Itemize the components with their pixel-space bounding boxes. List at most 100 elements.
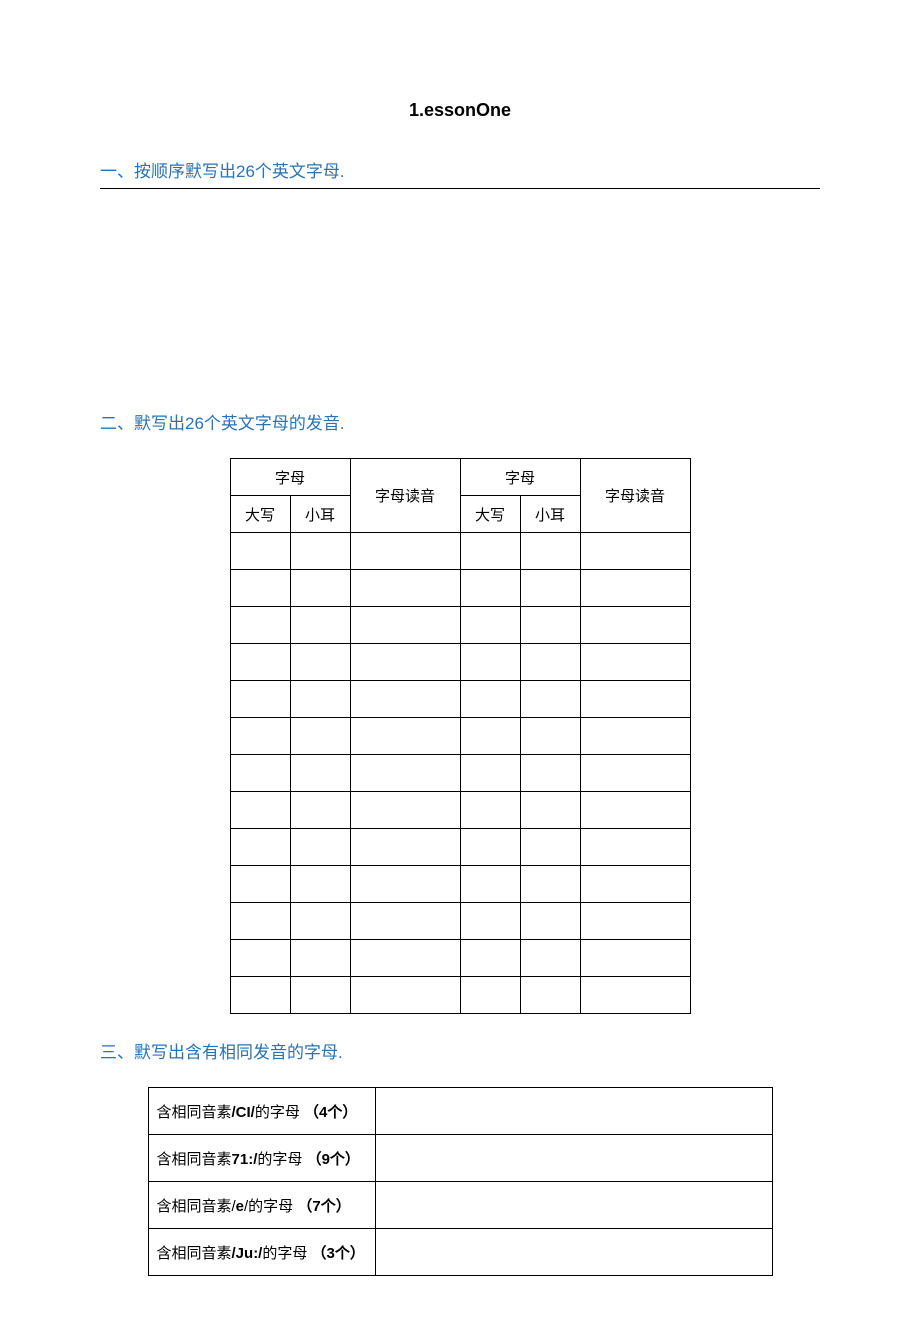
label-code: /CI/ — [232, 1104, 255, 1121]
table-cell[interactable] — [580, 755, 690, 792]
table-cell[interactable] — [230, 829, 290, 866]
table-cell[interactable] — [290, 718, 350, 755]
table-cell[interactable] — [580, 866, 690, 903]
table-cell[interactable] — [350, 607, 460, 644]
table-cell[interactable] — [350, 940, 460, 977]
table-cell[interactable] — [290, 644, 350, 681]
table-cell[interactable] — [290, 533, 350, 570]
table-cell[interactable] — [460, 533, 520, 570]
table-cell[interactable] — [350, 755, 460, 792]
table-cell[interactable] — [520, 829, 580, 866]
table-cell[interactable] — [520, 718, 580, 755]
table-cell[interactable] — [290, 977, 350, 1014]
table-cell[interactable] — [230, 866, 290, 903]
table-cell[interactable] — [350, 644, 460, 681]
same-sound-answer-cell[interactable] — [375, 1229, 772, 1276]
table-cell[interactable] — [230, 903, 290, 940]
table-cell[interactable] — [230, 533, 290, 570]
table-cell[interactable] — [290, 570, 350, 607]
table-cell[interactable] — [580, 829, 690, 866]
table-cell[interactable] — [230, 792, 290, 829]
table-cell[interactable] — [460, 940, 520, 977]
table-cell[interactable] — [460, 755, 520, 792]
table-cell[interactable] — [580, 570, 690, 607]
table-cell[interactable] — [460, 977, 520, 1014]
section-2-heading: 二、默写出26个英文字母的发音. — [100, 409, 820, 438]
table-cell[interactable] — [290, 829, 350, 866]
table-cell[interactable] — [230, 718, 290, 755]
table-cell[interactable] — [580, 977, 690, 1014]
col-upper-2: 大写 — [460, 496, 520, 533]
col-lower-2: 小耳 — [520, 496, 580, 533]
table-cell[interactable] — [350, 570, 460, 607]
table-cell[interactable] — [520, 644, 580, 681]
table-cell[interactable] — [520, 533, 580, 570]
table-cell[interactable] — [350, 681, 460, 718]
table-row — [230, 755, 690, 792]
table-cell[interactable] — [520, 681, 580, 718]
table-cell[interactable] — [520, 866, 580, 903]
table-cell[interactable] — [230, 681, 290, 718]
section-1-heading: 一、按顺序默写出26个英文字母. — [100, 157, 820, 186]
table-cell[interactable] — [230, 940, 290, 977]
table-cell[interactable] — [350, 829, 460, 866]
table-cell[interactable] — [230, 644, 290, 681]
table-cell[interactable] — [520, 977, 580, 1014]
table-cell[interactable] — [350, 533, 460, 570]
table-cell[interactable] — [460, 903, 520, 940]
table-cell[interactable] — [290, 866, 350, 903]
table-cell[interactable] — [460, 607, 520, 644]
label-code: 71:/ — [232, 1151, 258, 1168]
table-cell[interactable] — [350, 903, 460, 940]
col-upper-1: 大写 — [230, 496, 290, 533]
table-cell[interactable] — [460, 866, 520, 903]
table-cell[interactable] — [290, 792, 350, 829]
label-count: （4个） — [304, 1104, 357, 1121]
table-row — [230, 644, 690, 681]
table-cell[interactable] — [520, 755, 580, 792]
table-row — [230, 570, 690, 607]
table-cell[interactable] — [460, 718, 520, 755]
table-cell[interactable] — [580, 607, 690, 644]
table-cell[interactable] — [580, 792, 690, 829]
table-cell[interactable] — [460, 644, 520, 681]
same-sound-answer-cell[interactable] — [375, 1182, 772, 1229]
table-cell[interactable] — [290, 681, 350, 718]
table-cell[interactable] — [520, 903, 580, 940]
table-cell[interactable] — [290, 940, 350, 977]
table-cell[interactable] — [350, 977, 460, 1014]
table-cell[interactable] — [230, 570, 290, 607]
table-cell[interactable] — [230, 607, 290, 644]
table-cell[interactable] — [290, 607, 350, 644]
table-cell[interactable] — [350, 792, 460, 829]
lesson-title: 1.essonOne — [100, 100, 820, 121]
table-cell[interactable] — [290, 903, 350, 940]
label-count: （7个） — [297, 1198, 350, 1215]
phonetics-table: 字母 字母读音 字母 字母读音 大写 小耳 大写 小耳 — [230, 458, 691, 1014]
same-sound-answer-cell[interactable] — [375, 1088, 772, 1135]
table-cell[interactable] — [460, 792, 520, 829]
table-cell[interactable] — [520, 792, 580, 829]
table-cell[interactable] — [460, 570, 520, 607]
table-cell[interactable] — [230, 755, 290, 792]
table-cell[interactable] — [580, 718, 690, 755]
table-cell[interactable] — [350, 718, 460, 755]
table-cell[interactable] — [520, 607, 580, 644]
table-cell[interactable] — [230, 977, 290, 1014]
table-cell[interactable] — [580, 533, 690, 570]
same-sound-label: 含相同音素/Ju:/的字母 （3个） — [148, 1229, 375, 1276]
table-cell[interactable] — [580, 940, 690, 977]
table-row — [230, 977, 690, 1014]
table-row — [230, 940, 690, 977]
table-cell[interactable] — [350, 866, 460, 903]
table-cell[interactable] — [460, 829, 520, 866]
table-cell[interactable] — [520, 570, 580, 607]
table-cell[interactable] — [290, 755, 350, 792]
table-row: 含相同音素/e/的字母 （7个） — [148, 1182, 772, 1229]
table-cell[interactable] — [580, 903, 690, 940]
table-cell[interactable] — [520, 940, 580, 977]
same-sound-answer-cell[interactable] — [375, 1135, 772, 1182]
table-cell[interactable] — [460, 681, 520, 718]
table-cell[interactable] — [580, 681, 690, 718]
table-cell[interactable] — [580, 644, 690, 681]
